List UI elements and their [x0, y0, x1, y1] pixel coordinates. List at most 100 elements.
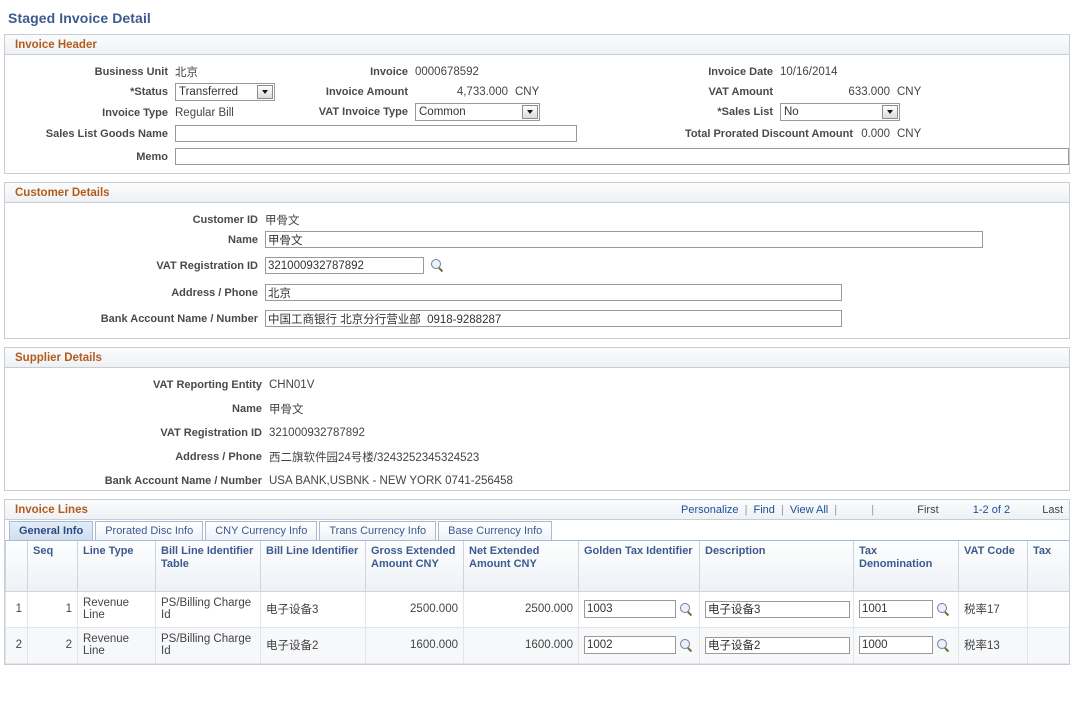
memo-input[interactable]	[175, 148, 1069, 165]
row-number: 2	[6, 627, 28, 663]
customer-name-label: Name	[5, 234, 265, 246]
tax-denomination-input[interactable]	[859, 636, 933, 654]
last-page-label[interactable]: Last	[1042, 504, 1063, 516]
col-header-seq[interactable]: Seq	[28, 541, 78, 591]
view-all-link[interactable]: View All	[790, 504, 828, 516]
cell-net-extended-amount-cny: 1600.000	[464, 627, 579, 663]
golden-tax-identifier-input[interactable]	[584, 600, 676, 618]
cell-vat-code: 税率13	[959, 627, 1028, 663]
row-number: 1	[6, 591, 28, 627]
invoice-lines-tabs: General Info Prorated Disc Info CNY Curr…	[5, 520, 1069, 541]
invoice-label: Invoice	[295, 66, 415, 78]
search-icon[interactable]	[936, 602, 951, 617]
chevron-down-icon[interactable]	[522, 105, 538, 119]
search-icon[interactable]	[679, 638, 694, 653]
col-header-tax-denomination[interactable]: Tax Denomination	[854, 541, 959, 591]
search-icon[interactable]	[430, 258, 445, 273]
tab-prorated-disc-info[interactable]: Prorated Disc Info	[95, 521, 203, 540]
sales-list-goods-name-input[interactable]	[175, 125, 577, 142]
memo-label: Memo	[5, 151, 175, 163]
invoice-type-value: Regular Bill	[175, 107, 295, 119]
golden-tax-identifier-input[interactable]	[584, 636, 676, 654]
sales-list-select[interactable]: No	[780, 103, 900, 121]
cell-golden-tax-identifier	[579, 627, 700, 663]
total-prorated-discount-value: 0.000	[860, 128, 890, 140]
col-header-vat-code[interactable]: VAT Code	[959, 541, 1028, 591]
supplier-address-phone-label: Address / Phone	[5, 451, 269, 463]
tab-trans-currency-info[interactable]: Trans Currency Info	[319, 521, 436, 540]
page-count-label: 1-2 of 2	[973, 504, 1010, 516]
total-prorated-discount-label: Total Prorated Discount Amount	[620, 128, 860, 140]
invoice-amount-value: 4,733.000	[415, 86, 508, 98]
tab-general-info[interactable]: General Info	[9, 521, 93, 540]
cell-bill-line-identifier-table: PS/Billing Charge Id	[156, 591, 261, 627]
vat-amount-value: 633.000	[780, 86, 890, 98]
col-header-gross-extended-amount-cny[interactable]: Gross Extended Amount CNY	[366, 541, 464, 591]
vat-invoice-type-select[interactable]: Common	[415, 103, 540, 121]
tab-base-currency-info[interactable]: Base Currency Info	[438, 521, 552, 540]
cell-net-extended-amount-cny: 2500.000	[464, 591, 579, 627]
invoice-lines-nav: Personalize | Find | View All | | First …	[681, 500, 1063, 520]
cell-line-type: Revenue Line	[78, 591, 156, 627]
invoice-value: 0000678592	[415, 66, 535, 78]
nav-separator: |	[868, 504, 877, 516]
col-header-description[interactable]: Description	[700, 541, 854, 591]
business-unit-value: 北京	[175, 64, 295, 80]
invoice-header-section: Invoice Header Business Unit 北京 Invoice …	[4, 34, 1070, 174]
find-link[interactable]: Find	[754, 504, 775, 516]
cell-golden-tax-identifier	[579, 591, 700, 627]
col-header-line-type[interactable]: Line Type	[78, 541, 156, 591]
description-input[interactable]	[705, 637, 850, 654]
chevron-down-icon[interactable]	[257, 85, 273, 99]
customer-id-label: Customer ID	[5, 214, 265, 226]
search-icon[interactable]	[679, 602, 694, 617]
tax-denomination-input[interactable]	[859, 600, 933, 618]
invoice-date-label: Invoice Date	[620, 66, 780, 78]
cell-line-type: Revenue Line	[78, 627, 156, 663]
cell-tax-denomination	[854, 627, 959, 663]
customer-bank-account-label: Bank Account Name / Number	[5, 313, 265, 325]
chevron-down-icon[interactable]	[882, 105, 898, 119]
page-title: Staged Invoice Detail	[0, 0, 1074, 26]
status-label: *Status	[5, 86, 175, 98]
customer-details-title: Customer Details	[5, 183, 1069, 203]
customer-name-input[interactable]	[265, 231, 983, 248]
tab-cny-currency-info[interactable]: CNY Currency Info	[205, 521, 317, 540]
nav-separator: |	[778, 504, 787, 516]
col-header-net-extended-amount-cny[interactable]: Net Extended Amount CNY	[464, 541, 579, 591]
vat-amount-currency: CNY	[890, 86, 921, 98]
cell-gross-extended-amount-cny: 1600.000	[366, 627, 464, 663]
status-select[interactable]: Transferred	[175, 83, 275, 101]
personalize-link[interactable]: Personalize	[681, 504, 738, 516]
invoice-date-value: 10/16/2014	[780, 66, 890, 78]
supplier-details-section: Supplier Details VAT Reporting Entity CH…	[4, 347, 1070, 491]
cell-vat-code: 税率17	[959, 591, 1028, 627]
cell-seq: 2	[28, 627, 78, 663]
customer-address-phone-input[interactable]	[265, 284, 842, 301]
supplier-name-value: 甲骨文	[269, 401, 304, 417]
vat-invoice-type-value: Common	[416, 104, 539, 120]
supplier-details-title: Supplier Details	[5, 348, 1069, 368]
cell-bill-line-identifier: 电子设备3	[261, 591, 366, 627]
col-header-golden-tax-identifier[interactable]: Golden Tax Identifier	[579, 541, 700, 591]
invoice-lines-header: Invoice Lines Personalize | Find | View …	[5, 500, 1069, 520]
supplier-vat-reporting-entity-label: VAT Reporting Entity	[5, 379, 269, 391]
invoice-amount-label: Invoice Amount	[295, 86, 415, 98]
customer-bank-account-input[interactable]	[265, 310, 842, 327]
col-header-bill-line-identifier[interactable]: Bill Line Identifier	[261, 541, 366, 591]
col-header-bill-line-identifier-table[interactable]: Bill Line Identifier Table	[156, 541, 261, 591]
description-input[interactable]	[705, 601, 850, 618]
cell-bill-line-identifier-table: PS/Billing Charge Id	[156, 627, 261, 663]
table-header-row: Seq Line Type Bill Line Identifier Table…	[6, 541, 1070, 591]
invoice-amount-currency: CNY	[508, 86, 539, 98]
customer-id-value: 甲骨文	[265, 212, 300, 228]
col-header-tax[interactable]: Tax	[1028, 541, 1070, 591]
search-icon[interactable]	[936, 638, 951, 653]
supplier-vat-reporting-entity-value: CHN01V	[269, 379, 314, 391]
supplier-vat-registration-id-value: 321000932787892	[269, 427, 365, 439]
first-page-label[interactable]: First	[917, 504, 938, 516]
nav-separator: |	[742, 504, 751, 516]
vat-amount-label: VAT Amount	[620, 86, 780, 98]
cell-tax-denomination	[854, 591, 959, 627]
customer-vat-registration-id-input[interactable]	[265, 257, 424, 274]
